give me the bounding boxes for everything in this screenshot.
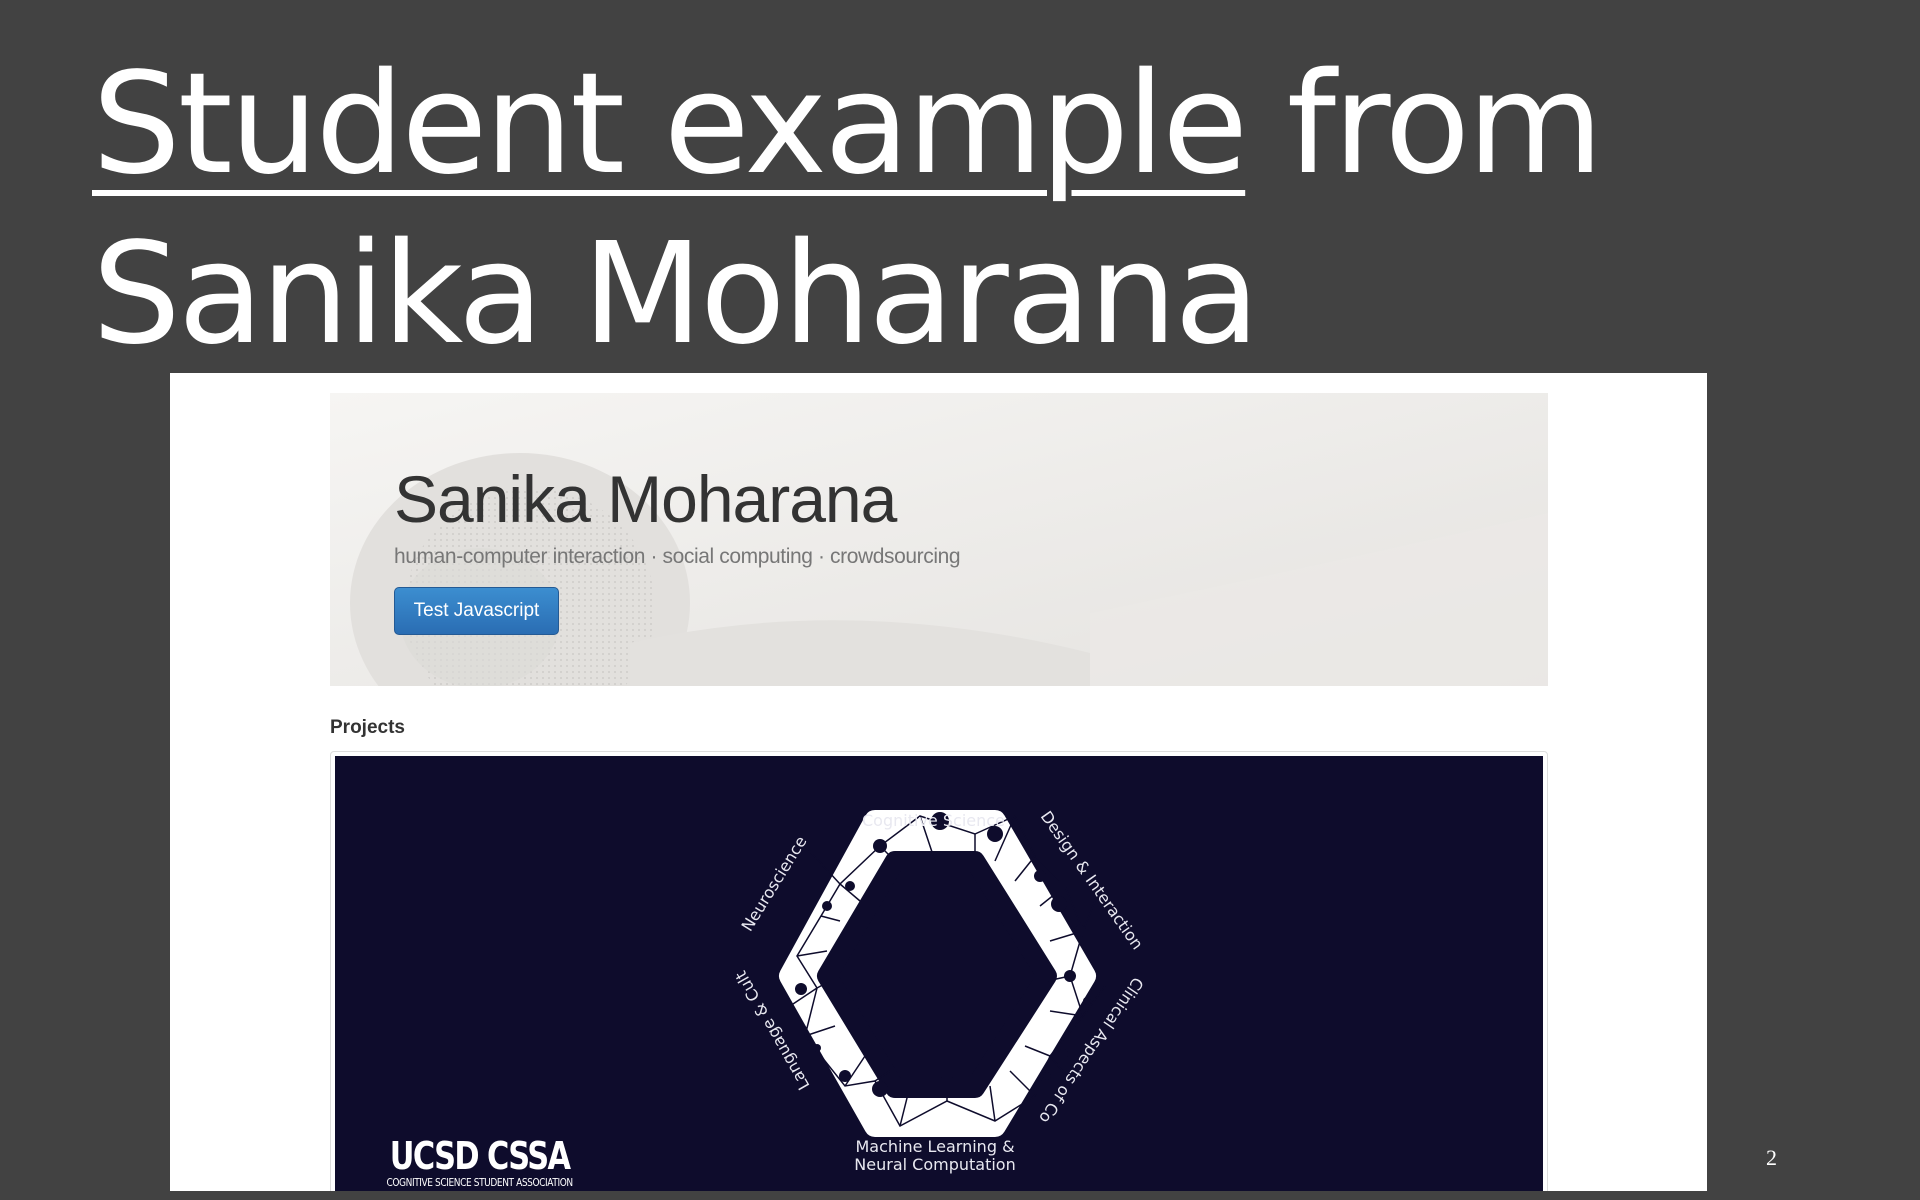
label-machine-learning-line2: Neural Computation bbox=[854, 1155, 1015, 1174]
site-tagline: human-computer interaction · social comp… bbox=[394, 545, 961, 568]
label-neuroscience: Neuroscience bbox=[738, 833, 811, 935]
hexagon-network-graphic: Cognitive Science Design & Interaction (… bbox=[335, 756, 1147, 1174]
jumbotron: Sanika Moharana human-computer interacti… bbox=[330, 393, 1548, 686]
slide-title-link[interactable]: Student example bbox=[92, 43, 1248, 206]
test-javascript-button[interactable]: Test Javascript bbox=[394, 587, 559, 635]
slide-number: 2 bbox=[1766, 1145, 1777, 1170]
headphones-background-image bbox=[330, 393, 1548, 686]
label-cognitive-science: Cognitive Science bbox=[862, 811, 1005, 830]
site-name: Sanika Moharana bbox=[394, 462, 897, 536]
cssa-logo-subtext: COGNITIVE SCIENCE STUDENT ASSOCIATION bbox=[386, 1176, 573, 1189]
website-screenshot: Sanika Moharana human-computer interacti… bbox=[170, 373, 1707, 1191]
project-thumbnail[interactable]: Cognitive Science Design & Interaction (… bbox=[330, 751, 1548, 1191]
label-machine-learning-line1: Machine Learning & bbox=[855, 1137, 1014, 1156]
cssa-logo-text: UCSD CSSA bbox=[389, 1134, 571, 1178]
cssa-logo: UCSD CSSA COGNITIVE SCIENCE STUDENT ASSO… bbox=[366, 1136, 593, 1190]
projects-heading: Projects bbox=[330, 717, 405, 738]
cssa-project-image: Cognitive Science Design & Interaction (… bbox=[335, 756, 1543, 1191]
slide-title: Student example from Sanika Moharana bbox=[92, 40, 1920, 380]
